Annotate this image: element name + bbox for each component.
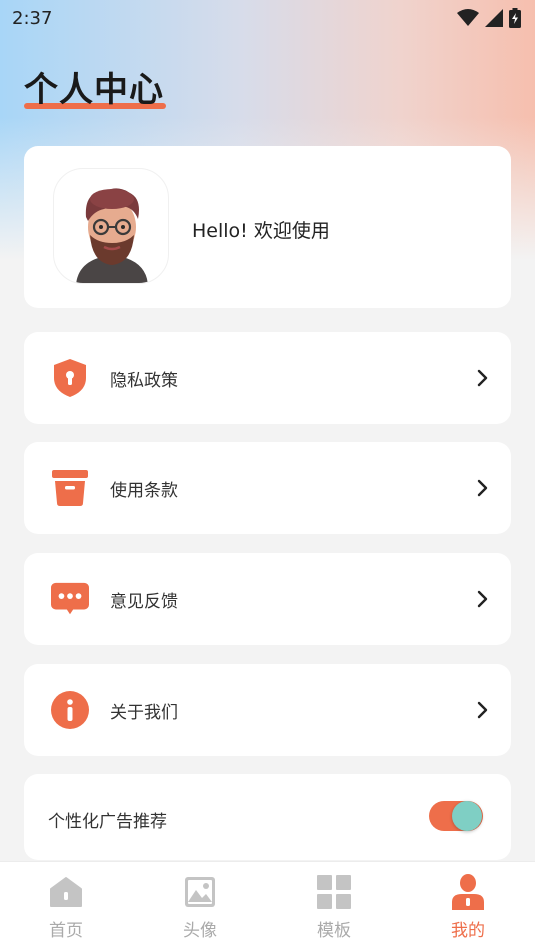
home-icon	[48, 874, 84, 910]
toggle-knob	[452, 801, 482, 831]
personalized-ads-toggle[interactable]	[429, 801, 483, 831]
nav-item-templates[interactable]: 模板	[294, 874, 374, 941]
menu-item-feedback[interactable]: 意见反馈	[24, 553, 511, 645]
chevron-right-icon	[477, 590, 488, 608]
profile-card[interactable]: Hello! 欢迎使用	[24, 146, 511, 308]
menu-item-label: 使用条款	[110, 480, 178, 501]
info-icon	[51, 691, 89, 729]
avatar[interactable]	[53, 168, 169, 284]
avatar-illustration	[76, 188, 148, 283]
nav-item-home[interactable]: 首页	[26, 874, 106, 941]
bottom-nav: 首页 头像 模板 我的	[0, 861, 535, 951]
shield-keyhole-icon	[51, 359, 89, 397]
grid-icon	[316, 874, 352, 910]
menu-item-label: 意见反馈	[110, 591, 178, 612]
battery-icon	[509, 8, 521, 28]
chevron-right-icon	[477, 369, 488, 387]
chat-bubble-icon	[51, 580, 89, 618]
wifi-icon	[457, 9, 479, 26]
nav-label: 头像	[183, 921, 217, 941]
status-time: 2:37	[12, 7, 53, 29]
status-icons	[457, 8, 521, 28]
menu-item-privacy-policy[interactable]: 隐私政策	[24, 332, 511, 424]
nav-label: 我的	[451, 921, 485, 941]
profile-greeting: Hello! 欢迎使用	[192, 220, 330, 242]
nav-label: 模板	[317, 921, 351, 941]
personalized-ads-card: 个性化广告推荐	[24, 774, 511, 860]
chevron-right-icon	[477, 479, 488, 497]
menu-item-label: 关于我们	[110, 702, 178, 723]
chevron-right-icon	[477, 701, 488, 719]
status-bar: 2:37	[0, 0, 535, 36]
terms-box-icon	[51, 469, 89, 507]
page-title-wrap: 个人中心	[24, 62, 166, 111]
menu-item-terms-of-use[interactable]: 使用条款	[24, 442, 511, 534]
nav-item-avatar[interactable]: 头像	[160, 874, 240, 941]
menu-item-about-us[interactable]: 关于我们	[24, 664, 511, 756]
personalized-ads-label: 个性化广告推荐	[48, 812, 167, 832]
person-icon	[450, 874, 486, 910]
nav-label: 首页	[49, 921, 83, 941]
image-icon	[182, 874, 218, 910]
signal-icon	[485, 9, 503, 27]
menu-item-label: 隐私政策	[110, 370, 178, 391]
nav-item-mine[interactable]: 我的	[428, 874, 508, 941]
page-title: 个人中心	[24, 70, 164, 110]
